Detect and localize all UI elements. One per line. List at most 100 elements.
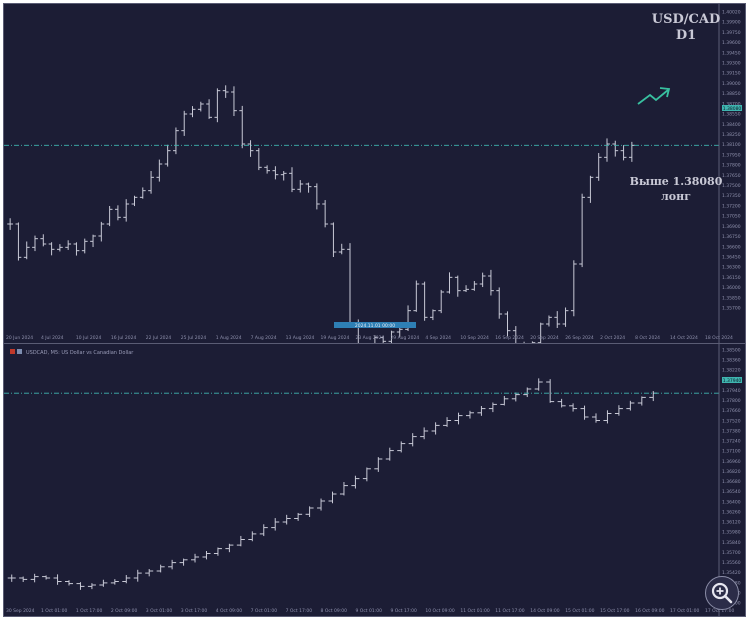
x-tick-label: 29 Aug 2024	[390, 335, 419, 341]
y-tick-label: 1.36260	[722, 509, 741, 515]
y-tick-label: 1.36120	[722, 520, 741, 526]
x-tick-label: 13 Aug 2024	[286, 335, 315, 341]
magnifier-plus-icon	[711, 582, 733, 604]
x-tick-label: 20 Sep 2024	[530, 335, 559, 341]
y-tick-label: 1.37800	[722, 398, 741, 404]
daily-chart-svg: 1.40020 1.39900 1.39750 1.39600 1.39450 1.393…	[4, 4, 742, 343]
daily-chart-panel[interactable]: 1.40020 1.39900 1.39750 1.39600 1.39450 1.393…	[3, 3, 746, 344]
trend-arrow-icon	[637, 89, 669, 105]
y-tick-label: 1.36000	[722, 285, 741, 291]
x-tick-label: 9 Oct 01:00	[356, 608, 383, 614]
y-tick-label: 1.39600	[722, 40, 741, 46]
x-tick-label: 8 Oct 2024	[635, 335, 660, 341]
y-tick-label: 1.37940	[722, 388, 741, 394]
y-tick-label: 1.39300	[722, 61, 741, 67]
y-tick-label: 1.35850	[722, 295, 741, 301]
x-tick-label: 26 Sep 2024	[565, 335, 594, 341]
x-tick-label: 4 Jul 2024	[41, 335, 64, 341]
y-tick-label: 1.39000	[722, 81, 741, 87]
x-tick-label: 14 Oct 2024	[670, 335, 698, 341]
y-tick-label: 1.36900	[722, 224, 741, 230]
x-tick-label: 16 Jul 2024	[111, 335, 137, 341]
x-tick-label: 16 Sep 2024	[495, 335, 524, 341]
x-tick-label: 16 Oct 09:00	[635, 608, 664, 614]
x-tick-label: 8 Oct 09:00	[321, 608, 348, 614]
y-tick-label: 1.36750	[722, 234, 741, 240]
y-tick-label: 1.37650	[722, 173, 741, 179]
x-tick-label: 18 Oct 2024	[705, 335, 733, 341]
y-tick-label: 1.35840	[722, 540, 741, 546]
timeframe-label: D1	[676, 28, 696, 43]
x-tick-label: 7 Oct 17:00	[286, 608, 313, 614]
y-tick-label: 1.37520	[722, 418, 741, 424]
x-tick-label: 14 Oct 09:00	[530, 608, 559, 614]
y-tick-label: 1.36820	[722, 469, 741, 475]
y-tick-label: 1.35700	[722, 306, 741, 312]
y-tick-label: 1.38360	[722, 358, 741, 364]
y-tick-label: 1.36600	[722, 244, 741, 250]
intraday-bars	[7, 378, 658, 590]
y-tick-label: 1.36450	[722, 254, 741, 260]
screenshot-frame: 1.40020 1.39900 1.39750 1.39600 1.39450 1.393…	[0, 0, 750, 618]
y-tick-label: 1.36300	[722, 265, 741, 271]
y-tick-label: 1.39450	[722, 50, 741, 56]
crosshair-date-label: 2024.11.01 00:00	[355, 323, 395, 329]
y-tick-label: 1.39150	[722, 71, 741, 77]
symbol-flag-icon	[10, 349, 15, 354]
x-tick-label: 10 Jul 2024	[76, 335, 102, 341]
daily-x-axis: 20 Jun 2024 4 Jul 2024 10 Jul 2024 16 Jul 2…	[6, 335, 733, 341]
y-tick-label: 1.40020	[722, 10, 741, 16]
zoom-button[interactable]	[705, 576, 739, 610]
y-tick-label: 1.37350	[722, 193, 741, 199]
x-tick-label: 2 Oct 2024	[600, 335, 625, 341]
chart-type-icon	[17, 349, 22, 354]
x-tick-label: 17 Oct 01:00	[670, 608, 699, 614]
y-tick-label: 1.37800	[722, 163, 741, 169]
y-tick-label: 1.36680	[722, 479, 741, 485]
x-tick-label: 7 Oct 01:00	[251, 608, 278, 614]
y-tick-label: 1.38250	[722, 132, 741, 138]
intraday-info-label: USDCAD, M5: US Dollar vs Canadian Dollar	[26, 350, 134, 356]
intraday-x-axis: 30 Sep 2024 1 Oct 01:00 1 Oct 17:00 2 Oct 0…	[6, 608, 734, 614]
y-tick-label: 1.37950	[722, 152, 741, 158]
y-tick-label: 1.37240	[722, 439, 741, 445]
y-tick-label: 1.38850	[722, 91, 741, 97]
x-tick-label: 1 Aug 2024	[216, 335, 242, 341]
intraday-chart-svg: 1.385001.383601.382201.380801.379401.378…	[4, 344, 742, 616]
x-tick-label: 20 Jun 2024	[6, 335, 33, 341]
x-tick-label: 1 Oct 01:00	[41, 608, 68, 614]
y-tick-label: 1.37050	[722, 214, 741, 220]
y-tick-label: 1.36150	[722, 275, 741, 281]
intraday-price-label: 1.37940	[723, 378, 742, 384]
y-tick-label: 1.37200	[722, 203, 741, 209]
x-tick-label: 4 Oct 09:00	[216, 608, 243, 614]
intraday-y-axis: 1.385001.383601.382201.380801.379401.378…	[722, 348, 741, 607]
annotation-line2: лонг	[661, 190, 691, 203]
y-tick-label: 1.36400	[722, 499, 741, 505]
y-tick-label: 1.35980	[722, 530, 741, 536]
y-tick-label: 1.36540	[722, 489, 741, 495]
x-tick-label: 3 Oct 01:00	[146, 608, 173, 614]
y-tick-label: 1.39900	[722, 20, 741, 26]
daily-bars	[7, 85, 635, 343]
daily-price-label: 1.38080	[723, 106, 742, 112]
daily-y-axis: 1.40020 1.39900 1.39750 1.39600 1.39450 1.393…	[722, 10, 741, 312]
y-tick-label: 1.38500	[722, 348, 741, 354]
x-tick-label: 25 Jul 2024	[181, 335, 207, 341]
y-tick-label: 1.38220	[722, 368, 741, 374]
annotation-line1: Выше 1.38080	[630, 175, 723, 188]
x-tick-label: 11 Oct 17:00	[495, 608, 524, 614]
intraday-chart-panel[interactable]: 1.385001.383601.382201.380801.379401.378…	[3, 343, 746, 617]
x-tick-label: 3 Oct 17:00	[181, 608, 208, 614]
y-tick-label: 1.39750	[722, 30, 741, 36]
x-tick-label: 7 Aug 2024	[251, 335, 277, 341]
x-tick-label: 11 Oct 01:00	[460, 608, 489, 614]
x-tick-label: 19 Aug 2024	[321, 335, 350, 341]
x-tick-label: 9 Oct 17:00	[390, 608, 417, 614]
y-tick-label: 1.35700	[722, 550, 741, 556]
x-tick-label: 30 Sep 2024	[6, 608, 35, 614]
y-tick-label: 1.37100	[722, 449, 741, 455]
y-tick-label: 1.37380	[722, 428, 741, 434]
x-tick-label: 10 Oct 09:00	[425, 608, 454, 614]
x-tick-label: 1 Oct 17:00	[76, 608, 103, 614]
